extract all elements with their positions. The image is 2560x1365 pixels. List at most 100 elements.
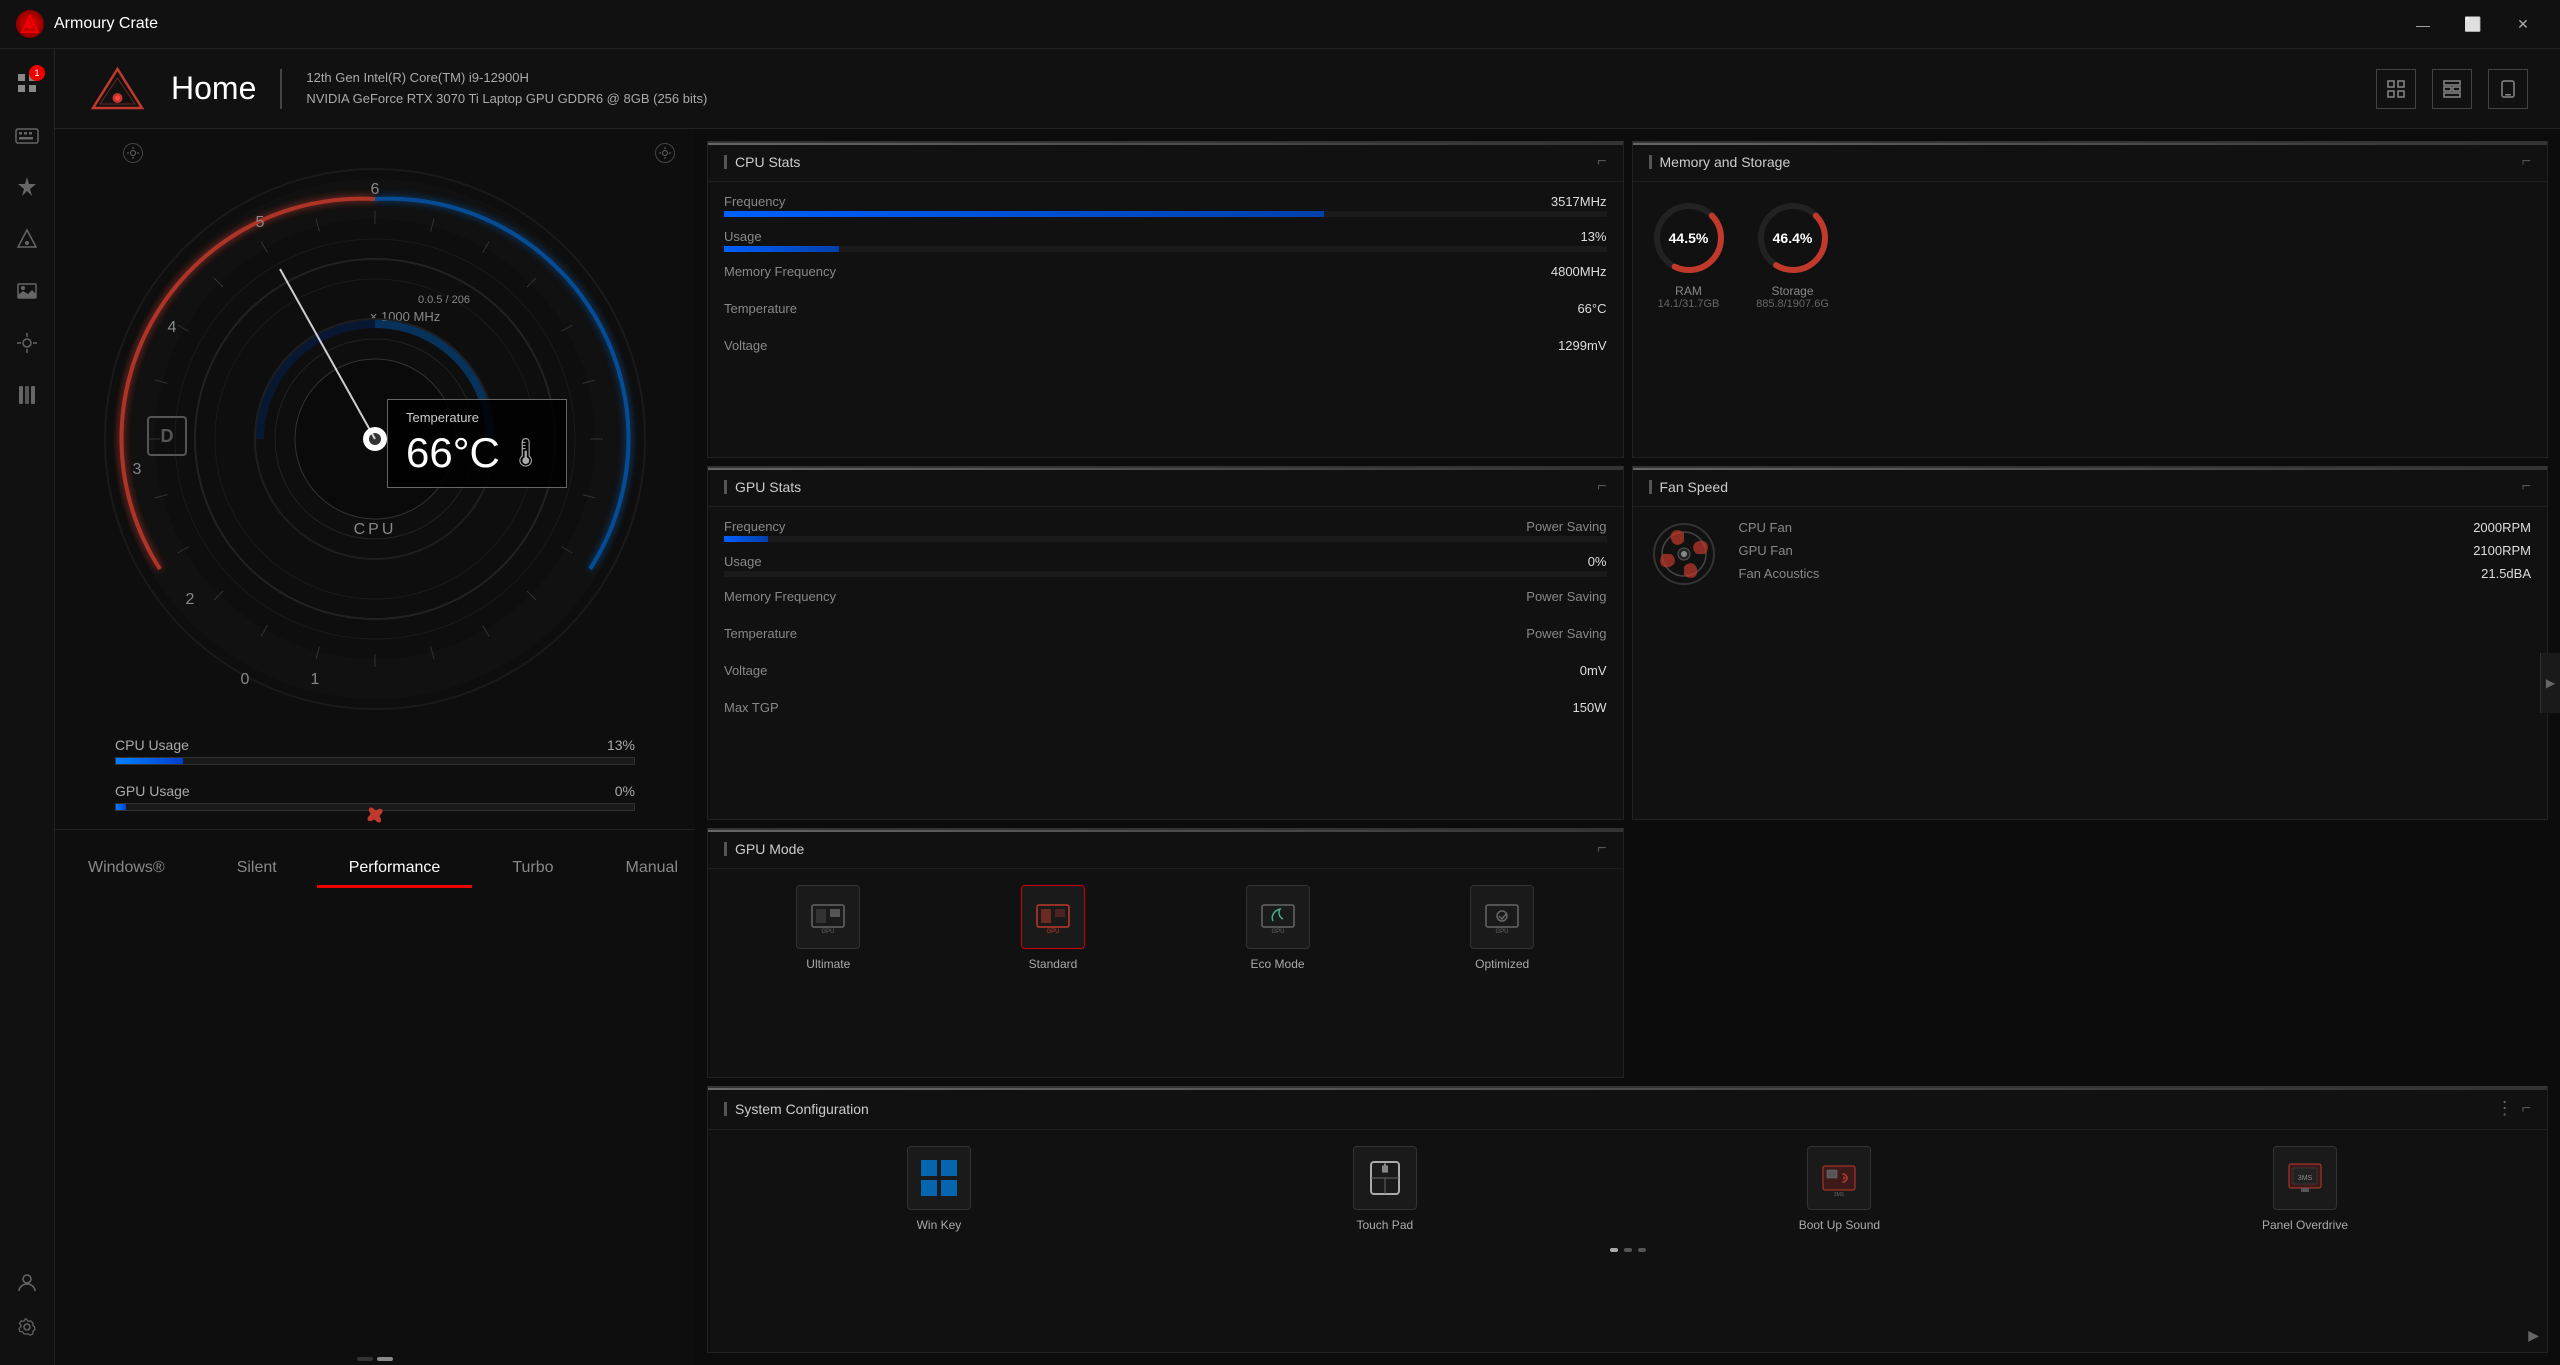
- sidebar-item-aura[interactable]: [5, 217, 49, 261]
- d-button[interactable]: D: [147, 416, 187, 456]
- body-panel: 6 5 4 3 2 1 0 × 1000 MHz 0.0.5 / 206: [55, 129, 2560, 1365]
- gauge-container: 6 5 4 3 2 1 0 × 1000 MHz 0.0.5 / 206: [75, 139, 675, 729]
- system-config-title: System Configuration: [724, 1101, 869, 1117]
- sidebar: 1: [0, 49, 55, 1365]
- gpu-stats-corner: ⌐: [1597, 478, 1606, 496]
- sysconfig-touchpad[interactable]: Touch Pad: [1353, 1146, 1417, 1232]
- gpu-memfreq-label: Memory Frequency: [724, 589, 836, 604]
- cpu-stats-header: CPU Stats ⌐: [708, 143, 1623, 182]
- ram-detail: 14.1/31.7GB: [1658, 298, 1720, 310]
- side-arrow[interactable]: ▶: [2540, 653, 2560, 713]
- cpu-usage-bar: [115, 757, 635, 765]
- sidebar-item-home[interactable]: 1: [5, 61, 49, 105]
- header-icon-layout[interactable]: [2432, 69, 2472, 109]
- svg-text:2: 2: [186, 591, 195, 608]
- sidebar-item-library[interactable]: [5, 373, 49, 417]
- main-layout: 1: [0, 49, 2560, 1365]
- stat-voltage-row: Voltage 1299mV: [724, 338, 1607, 353]
- system-config-menu[interactable]: ⋮: [2496, 1098, 2514, 1119]
- gpu-usage-fill: [116, 804, 126, 810]
- gpu-tgp-value: 150W: [1573, 700, 1607, 715]
- stat-usage-row: Usage 13%: [724, 229, 1607, 244]
- gpu-stats-title: GPU Stats: [724, 479, 801, 495]
- storage-circle: 46.4%: [1753, 198, 1833, 278]
- gpu-freq-value: Power Saving: [1526, 519, 1606, 534]
- gpu-mode-eco[interactable]: GPU Eco Mode: [1246, 885, 1310, 971]
- gpu-temp-value: Power Saving: [1526, 626, 1606, 641]
- gauges-panel: 6 5 4 3 2 1 0 × 1000 MHz 0.0.5 / 206: [55, 129, 695, 1365]
- stat-memfreq-value: 4800MHz: [1551, 264, 1607, 279]
- system-config-header: System Configuration ⋮ ⌐: [708, 1088, 2547, 1130]
- home-badge: 1: [29, 65, 45, 81]
- gpu-voltage-row: Voltage 0mV: [724, 663, 1607, 678]
- sysconfig-panel-icon: 3MS: [2273, 1146, 2337, 1210]
- fan-speed-header: Fan Speed ⌐: [1633, 468, 2548, 507]
- svg-text:GPU: GPU: [1271, 929, 1284, 935]
- cpu-usage-value: 13%: [607, 737, 635, 753]
- svg-text:3MS: 3MS: [1834, 1192, 1845, 1198]
- sysconfig-winkey[interactable]: Win Key: [907, 1146, 971, 1232]
- svg-text:1: 1: [311, 671, 320, 688]
- stat-voltage-label: Voltage: [724, 338, 767, 353]
- fan-acoustics-label: Fan Acoustics: [1739, 566, 1820, 581]
- sysconfig-bootup[interactable]: 3MS Boot Up Sound: [1799, 1146, 1880, 1232]
- stat-usage-bar: [724, 246, 1607, 252]
- gpu-usage-bar2: [724, 571, 1607, 577]
- tab-turbo[interactable]: Turbo: [480, 851, 585, 888]
- app-title: Armoury Crate: [54, 15, 158, 33]
- sidebar-item-settings[interactable]: [5, 1305, 49, 1349]
- sidebar-item-user[interactable]: [5, 1261, 49, 1305]
- gpu-mode-ultimate[interactable]: GPU Ultimate: [796, 885, 860, 971]
- right-panels: CPU Stats ⌐ Frequency 3517MHz: [695, 129, 2560, 1365]
- gpu-mode-eco-label: Eco Mode: [1251, 957, 1305, 971]
- close-button[interactable]: ✕: [2502, 0, 2544, 49]
- thermometer-icon: 🌡: [508, 436, 544, 469]
- sysconfig-winkey-icon: [907, 1146, 971, 1210]
- fan-speed-corner: ⌐: [2522, 478, 2531, 496]
- gpu-voltage-value: 0mV: [1580, 663, 1607, 678]
- gpu-mode-title: GPU Mode: [724, 841, 804, 857]
- svg-text:GPU: GPU: [1046, 929, 1059, 935]
- cpu-fan-row: CPU Fan 2000RPM: [1739, 520, 2532, 535]
- header-cpu: 12th Gen Intel(R) Core(TM) i9-12900H: [306, 68, 707, 89]
- tab-manual[interactable]: Manual: [594, 851, 695, 888]
- stat-usage-label: Usage: [724, 229, 762, 244]
- sidebar-item-lighting[interactable]: [5, 165, 49, 209]
- stat-frequency-fill: [724, 211, 1324, 217]
- cpu-usage-fill: [116, 758, 183, 764]
- minimize-button[interactable]: —: [2402, 0, 2444, 49]
- tab-windows[interactable]: Windows®: [56, 851, 197, 888]
- svg-text:CPU: CPU: [354, 521, 397, 538]
- fan-acoustics-value: 21.5dBA: [2481, 566, 2531, 581]
- header-icon-phone[interactable]: [2488, 69, 2528, 109]
- gpu-fan-value: 2100RPM: [2473, 543, 2531, 558]
- maximize-button[interactable]: ⬜: [2452, 0, 2494, 49]
- header-icon-grid[interactable]: [2376, 69, 2416, 109]
- cpu-stats-corner: ⌐: [1597, 153, 1606, 171]
- gpu-tgp-label: Max TGP: [724, 700, 779, 715]
- temperature-display: Temperature 66°C 🌡: [387, 399, 567, 488]
- sysconfig-panel[interactable]: 3MS Panel Overdrive: [2262, 1146, 2348, 1232]
- gpu-memfreq-value: Power Saving: [1526, 589, 1606, 604]
- bottom-indicator: [357, 1357, 393, 1361]
- system-config-panel: System Configuration ⋮ ⌐: [707, 1086, 2548, 1353]
- sidebar-item-tools[interactable]: [5, 321, 49, 365]
- gpu-mode-optimized-label: Optimized: [1475, 957, 1529, 971]
- tab-performance[interactable]: Performance: [317, 851, 473, 888]
- sidebar-item-gallery[interactable]: [5, 269, 49, 313]
- header-sys-info: 12th Gen Intel(R) Core(TM) i9-12900H NVI…: [306, 68, 707, 110]
- gpu-mode-standard[interactable]: GPU Standard: [1021, 885, 1085, 971]
- panel-next-arrow[interactable]: ▶: [2528, 1327, 2539, 1344]
- header-divider: [280, 69, 282, 109]
- gpu-fan-label: GPU Fan: [1739, 543, 1793, 558]
- system-config-body: Win Key: [708, 1130, 2547, 1248]
- sidebar-item-keyboard[interactable]: [5, 113, 49, 157]
- gpu-voltage-label: Voltage: [724, 663, 767, 678]
- gpu-usage-row: Usage 0%: [724, 554, 1607, 569]
- tab-silent[interactable]: Silent: [205, 851, 309, 888]
- gpu-mode-optimized[interactable]: GPU Optimized: [1470, 885, 1534, 971]
- cpu-usage-row: CPU Usage 13%: [115, 737, 635, 765]
- stat-temp-row: Temperature 66°C: [724, 301, 1607, 316]
- header-right-icons: [2376, 69, 2528, 109]
- storage-label: Storage: [1756, 284, 1829, 298]
